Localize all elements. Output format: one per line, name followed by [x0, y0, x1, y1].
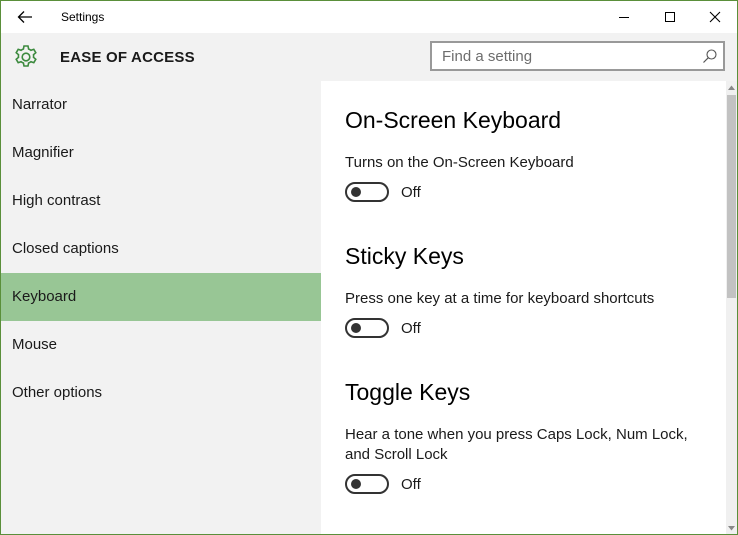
toggle-state-label: Off: [401, 184, 421, 201]
on-screen-keyboard-toggle[interactable]: [345, 182, 389, 202]
close-button[interactable]: [692, 1, 737, 33]
back-button[interactable]: [7, 3, 43, 31]
page-header: EASE OF ACCESS: [1, 33, 737, 81]
search-icon[interactable]: [702, 48, 718, 64]
sticky-keys-toggle[interactable]: [345, 318, 389, 338]
sidebar-item-narrator[interactable]: Narrator: [1, 81, 321, 129]
toggle-knob: [351, 323, 361, 333]
toggle-state-label: Off: [401, 476, 421, 493]
sidebar-item-mouse[interactable]: Mouse: [1, 321, 321, 369]
settings-window: Settings EASE OF ACCESS Find a setting N…: [0, 0, 738, 535]
toggle-keys-toggle[interactable]: [345, 474, 389, 494]
main-content: On-Screen Keyboard Turns on the On-Scree…: [321, 81, 726, 534]
section-heading: Toggle Keys: [345, 379, 471, 405]
toggle-state-label: Off: [401, 320, 421, 337]
gear-icon: [15, 45, 37, 67]
sidebar-item-high-contrast[interactable]: High contrast: [1, 177, 321, 225]
chevron-up-icon: [728, 85, 735, 90]
scroll-down-button[interactable]: [726, 522, 737, 534]
section-heading: On-Screen Keyboard: [345, 107, 562, 133]
search-box[interactable]: [430, 41, 725, 71]
page-title: EASE OF ACCESS: [60, 49, 195, 66]
minimize-icon: [619, 17, 629, 18]
scroll-up-button[interactable]: [726, 81, 737, 93]
vertical-scrollbar[interactable]: [726, 81, 737, 534]
back-arrow-icon: [17, 11, 32, 23]
chevron-down-icon: [728, 525, 735, 530]
sidebar-item-keyboard[interactable]: Keyboard: [1, 273, 321, 321]
search-input[interactable]: [432, 43, 692, 69]
section-heading: Sticky Keys: [345, 243, 464, 269]
maximize-icon: [665, 12, 675, 22]
minimize-button[interactable]: [601, 1, 647, 33]
toggle-knob: [351, 479, 361, 489]
sidebar-item-closed-captions[interactable]: Closed captions: [1, 225, 321, 273]
title-bar: Settings: [1, 1, 737, 33]
sidebar-item-magnifier[interactable]: Magnifier: [1, 129, 321, 177]
toggle-knob: [351, 187, 361, 197]
section-description: Press one key at a time for keyboard sho…: [345, 290, 655, 307]
sidebar: Narrator Magnifier High contrast Closed …: [1, 81, 321, 534]
maximize-button[interactable]: [647, 1, 693, 33]
section-description: Hear a tone when you press Caps Lock, Nu…: [345, 426, 688, 463]
close-icon: [709, 11, 721, 23]
section-description: Turns on the On-Screen Keyboard: [345, 154, 574, 171]
scrollbar-thumb[interactable]: [727, 95, 736, 298]
sidebar-item-other-options[interactable]: Other options: [1, 369, 321, 417]
window-title: Settings: [61, 10, 105, 24]
